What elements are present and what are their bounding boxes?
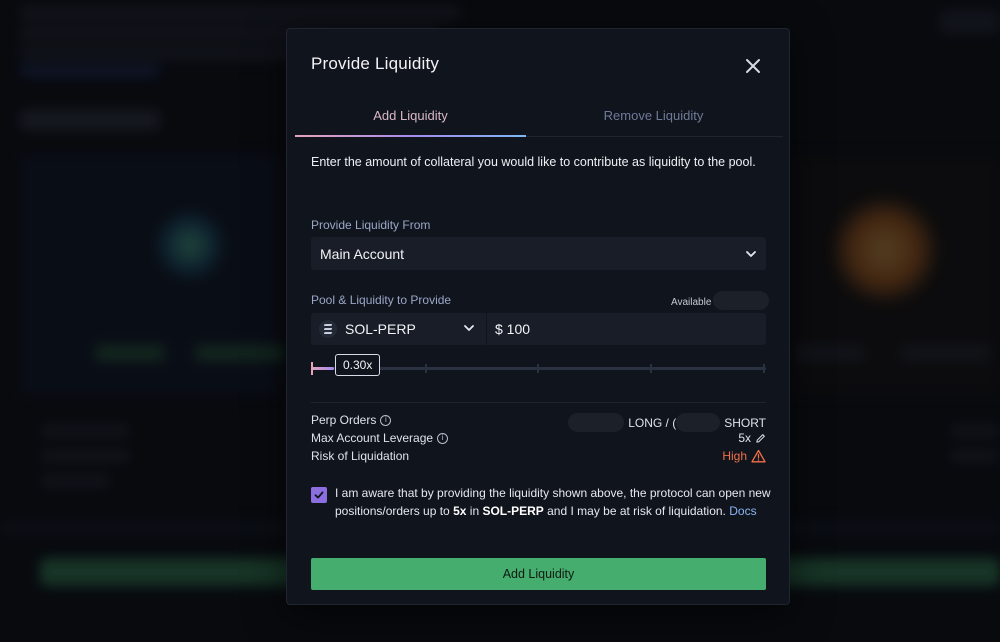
account-select-value: Main Account xyxy=(320,245,405,262)
ack-text-part: and I may be at risk of liquidation. xyxy=(543,504,730,518)
risk-label: Risk of Liquidation xyxy=(311,449,410,463)
chevron-down-icon xyxy=(464,325,474,331)
close-button[interactable] xyxy=(742,55,764,77)
ack-market: SOL-PERP xyxy=(482,504,544,518)
long-label: LONG / ( xyxy=(628,415,677,430)
slider-handle[interactable] xyxy=(311,362,313,375)
ack-leverage: 5x xyxy=(453,504,467,518)
short-label: SHORT xyxy=(724,415,766,430)
available-balance-hidden xyxy=(713,291,769,310)
source-label: Provide Liquidity From xyxy=(311,218,431,232)
long-value-hidden xyxy=(568,413,625,432)
pool-label: Pool & Liquidity to Provide xyxy=(311,293,452,307)
short-value-hidden xyxy=(676,413,721,432)
slider-tick xyxy=(537,364,539,373)
available-label: Available xyxy=(671,297,712,308)
add-liquidity-button[interactable]: Add Liquidity xyxy=(311,558,766,590)
modal-title: Provide Liquidity xyxy=(311,54,440,73)
ack-text-part: in xyxy=(466,504,483,518)
perp-orders-label: Perp Orders xyxy=(311,413,377,427)
max-leverage-value: 5x xyxy=(738,431,751,445)
pool-input-row: SOL-PERP xyxy=(311,313,766,345)
warning-icon xyxy=(751,449,766,463)
solana-icon xyxy=(319,320,337,338)
slider-fill xyxy=(311,367,334,370)
max-leverage-row: Max Account Leverage i 5x xyxy=(311,431,766,449)
provide-liquidity-modal: Provide Liquidity Add Liquidity Remove L… xyxy=(286,28,790,605)
divider xyxy=(311,402,766,403)
modal-description: Enter the amount of collateral you would… xyxy=(311,155,756,169)
risk-value: High xyxy=(722,449,747,463)
info-icon[interactable]: i xyxy=(437,432,449,444)
tab-bar: Add Liquidity Remove Liquidity xyxy=(295,99,783,137)
amount-input[interactable] xyxy=(495,313,763,345)
slider-tick xyxy=(763,364,765,373)
max-leverage-label: Max Account Leverage xyxy=(311,431,434,445)
slider-value-tooltip: 0.30x xyxy=(335,354,381,376)
slider-tick xyxy=(650,364,652,373)
docs-link[interactable]: Docs xyxy=(729,504,756,518)
risk-row: Risk of Liquidation High xyxy=(311,449,766,467)
account-select[interactable]: Main Account xyxy=(311,237,766,270)
pencil-icon[interactable] xyxy=(755,433,766,444)
check-icon xyxy=(314,491,324,499)
acknowledge-checkbox[interactable] xyxy=(311,487,327,503)
tab-remove-liquidity[interactable]: Remove Liquidity xyxy=(538,99,769,137)
chevron-down-icon xyxy=(746,250,756,257)
perp-orders-row: Perp Orders i LONG / ( SHORT xyxy=(311,413,766,432)
acknowledgement-text: I am aware that by providing the liquidi… xyxy=(335,484,775,520)
market-select-value: SOL-PERP xyxy=(345,321,416,337)
slider-tick xyxy=(425,364,427,373)
info-icon[interactable]: i xyxy=(380,414,392,426)
close-icon xyxy=(746,59,760,73)
market-select[interactable]: SOL-PERP xyxy=(311,313,487,345)
tab-add-liquidity[interactable]: Add Liquidity xyxy=(295,99,526,137)
